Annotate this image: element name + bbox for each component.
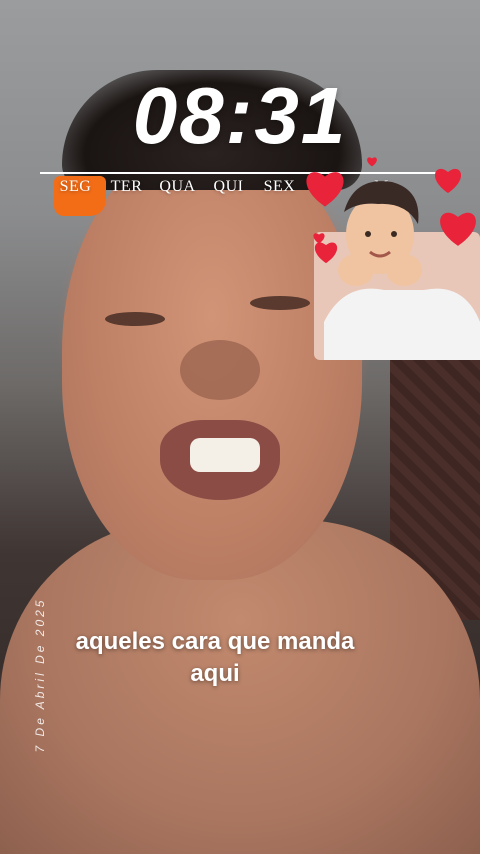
heart-icon — [367, 157, 377, 167]
heart-icon — [313, 233, 325, 244]
nose — [180, 340, 260, 400]
caption-line-2: aqui — [190, 660, 240, 687]
right-eye — [250, 296, 310, 310]
clock-widget: 08:31 — [132, 71, 348, 160]
weekday-fri: SEX — [263, 178, 296, 195]
heart-icon — [434, 168, 462, 193]
heart-icon — [306, 172, 344, 207]
left-eye — [105, 312, 165, 326]
teeth — [190, 438, 260, 472]
heart-icon — [440, 212, 476, 246]
weekday-wed: QUA — [159, 178, 196, 195]
video-caption: aqueles cara que manda aqui — [0, 626, 430, 690]
weekday-thu: QUI — [213, 178, 244, 195]
date-stamp: 7 De Abril De 2025 — [33, 597, 47, 753]
caption-line-1: aqueles cara que manda — [75, 628, 355, 655]
weekday-mon: SEG — [59, 178, 92, 195]
weekday-tue: TER — [110, 178, 143, 195]
